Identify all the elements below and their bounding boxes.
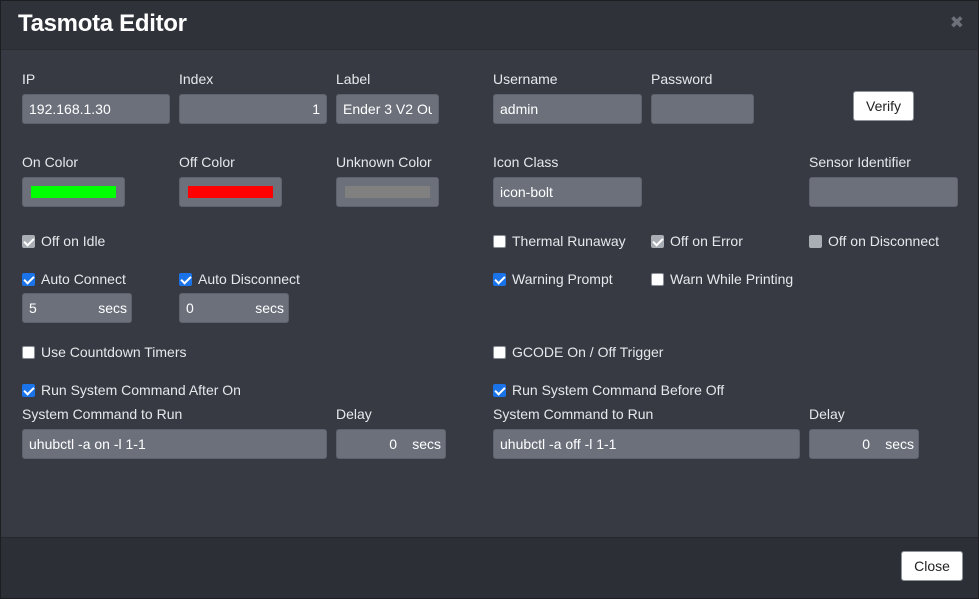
auto-disconnect-delay-field: secs (179, 293, 289, 323)
delay-off-field: secs (809, 429, 919, 459)
modal-title: Tasmota Editor (18, 10, 187, 37)
icon-class-input[interactable] (493, 177, 642, 207)
delay-on-input[interactable] (337, 430, 403, 458)
thermal-runaway-checkbox[interactable]: Thermal Runaway (493, 233, 626, 249)
delay-off-label: Delay (809, 406, 845, 422)
auto-connect-delay-field: secs (22, 293, 132, 323)
checkbox-label: Off on Error (670, 233, 743, 249)
checkbox-label: GCODE On / Off Trigger (512, 344, 664, 360)
checkbox-label: Off on Idle (41, 233, 106, 249)
modal-header: Tasmota Editor ✖ (1, 1, 978, 50)
system-command-off-input[interactable] (493, 429, 800, 459)
label-label: Label (336, 71, 371, 87)
index-input[interactable] (179, 94, 327, 124)
username-label: Username (493, 71, 558, 87)
checkbox-mark (493, 345, 506, 359)
checkbox-mark (493, 272, 506, 286)
run-cmd-before-off-checkbox[interactable]: Run System Command Before Off (493, 382, 724, 398)
off-color-picker[interactable] (179, 177, 282, 207)
unknown-color-swatch (345, 186, 430, 198)
unknown-color-picker[interactable] (336, 177, 439, 207)
warning-prompt-checkbox[interactable]: Warning Prompt (493, 271, 613, 287)
label-input[interactable] (336, 94, 439, 124)
checkbox-label: Off on Disconnect (828, 233, 940, 249)
password-label: Password (651, 71, 713, 87)
sensor-identifier-label: Sensor Identifier (809, 154, 911, 170)
checkbox-mark (651, 234, 664, 248)
sensor-identifier-input[interactable] (809, 177, 958, 207)
close-button[interactable]: Close (901, 551, 963, 581)
off-on-error-checkbox[interactable]: Off on Error (651, 233, 743, 249)
system-command-on-label: System Command to Run (22, 406, 183, 422)
ip-input[interactable] (22, 94, 170, 124)
run-cmd-after-on-checkbox[interactable]: Run System Command After On (22, 382, 241, 398)
delay-on-field: secs (336, 429, 446, 459)
unknown-color-label: Unknown Color (336, 154, 432, 170)
checkbox-mark (493, 234, 506, 248)
checkbox-label: Run System Command After On (41, 382, 241, 398)
password-input[interactable] (651, 94, 754, 124)
checkbox-label: Warning Prompt (512, 271, 613, 287)
secs-unit: secs (885, 436, 914, 452)
checkbox-mark (22, 383, 35, 397)
off-color-label: Off Color (179, 154, 235, 170)
checkbox-label: Auto Connect (41, 271, 126, 287)
delay-off-input[interactable] (810, 430, 876, 458)
auto-connect-delay-input[interactable] (23, 294, 93, 322)
auto-disconnect-checkbox[interactable]: Auto Disconnect (179, 271, 300, 287)
gcode-trigger-checkbox[interactable]: GCODE On / Off Trigger (493, 344, 663, 360)
checkbox-label: Auto Disconnect (198, 271, 300, 287)
icon-class-label: Icon Class (493, 154, 559, 170)
auto-connect-checkbox[interactable]: Auto Connect (22, 271, 126, 287)
secs-unit: secs (98, 300, 127, 316)
off-on-idle-checkbox[interactable]: Off on Idle (22, 233, 105, 249)
tasmota-editor-dialog: Tasmota Editor ✖ IP Index Label Username… (0, 0, 979, 599)
ip-label: IP (22, 71, 36, 87)
on-color-picker[interactable] (22, 177, 125, 207)
on-color-swatch (31, 186, 116, 198)
checkbox-label: Use Countdown Timers (41, 344, 187, 360)
warn-while-printing-checkbox[interactable]: Warn While Printing (651, 271, 793, 287)
auto-disconnect-delay-input[interactable] (180, 294, 250, 322)
close-icon[interactable]: ✖ (950, 14, 964, 31)
checkbox-mark (22, 272, 35, 286)
secs-unit: secs (412, 436, 441, 452)
username-input[interactable] (493, 94, 642, 124)
use-countdown-timers-checkbox[interactable]: Use Countdown Timers (22, 344, 187, 360)
checkbox-label: Warn While Printing (670, 271, 794, 287)
checkbox-label: Thermal Runaway (512, 233, 626, 249)
checkbox-mark (179, 272, 192, 286)
checkbox-mark (493, 383, 506, 397)
checkbox-mark (22, 345, 35, 359)
system-command-off-label: System Command to Run (493, 406, 654, 422)
on-color-label: On Color (22, 154, 79, 170)
modal-footer: Close (1, 537, 978, 598)
checkbox-mark (22, 234, 35, 248)
checkbox-mark (809, 234, 822, 248)
off-on-disconnect-checkbox[interactable]: Off on Disconnect (809, 233, 939, 249)
off-color-swatch (188, 186, 273, 198)
secs-unit: secs (255, 300, 284, 316)
delay-on-label: Delay (336, 406, 372, 422)
checkbox-mark (651, 272, 664, 286)
checkbox-label: Run System Command Before Off (512, 382, 725, 398)
system-command-on-input[interactable] (22, 429, 327, 459)
index-label: Index (179, 71, 214, 87)
verify-button[interactable]: Verify (853, 91, 914, 121)
